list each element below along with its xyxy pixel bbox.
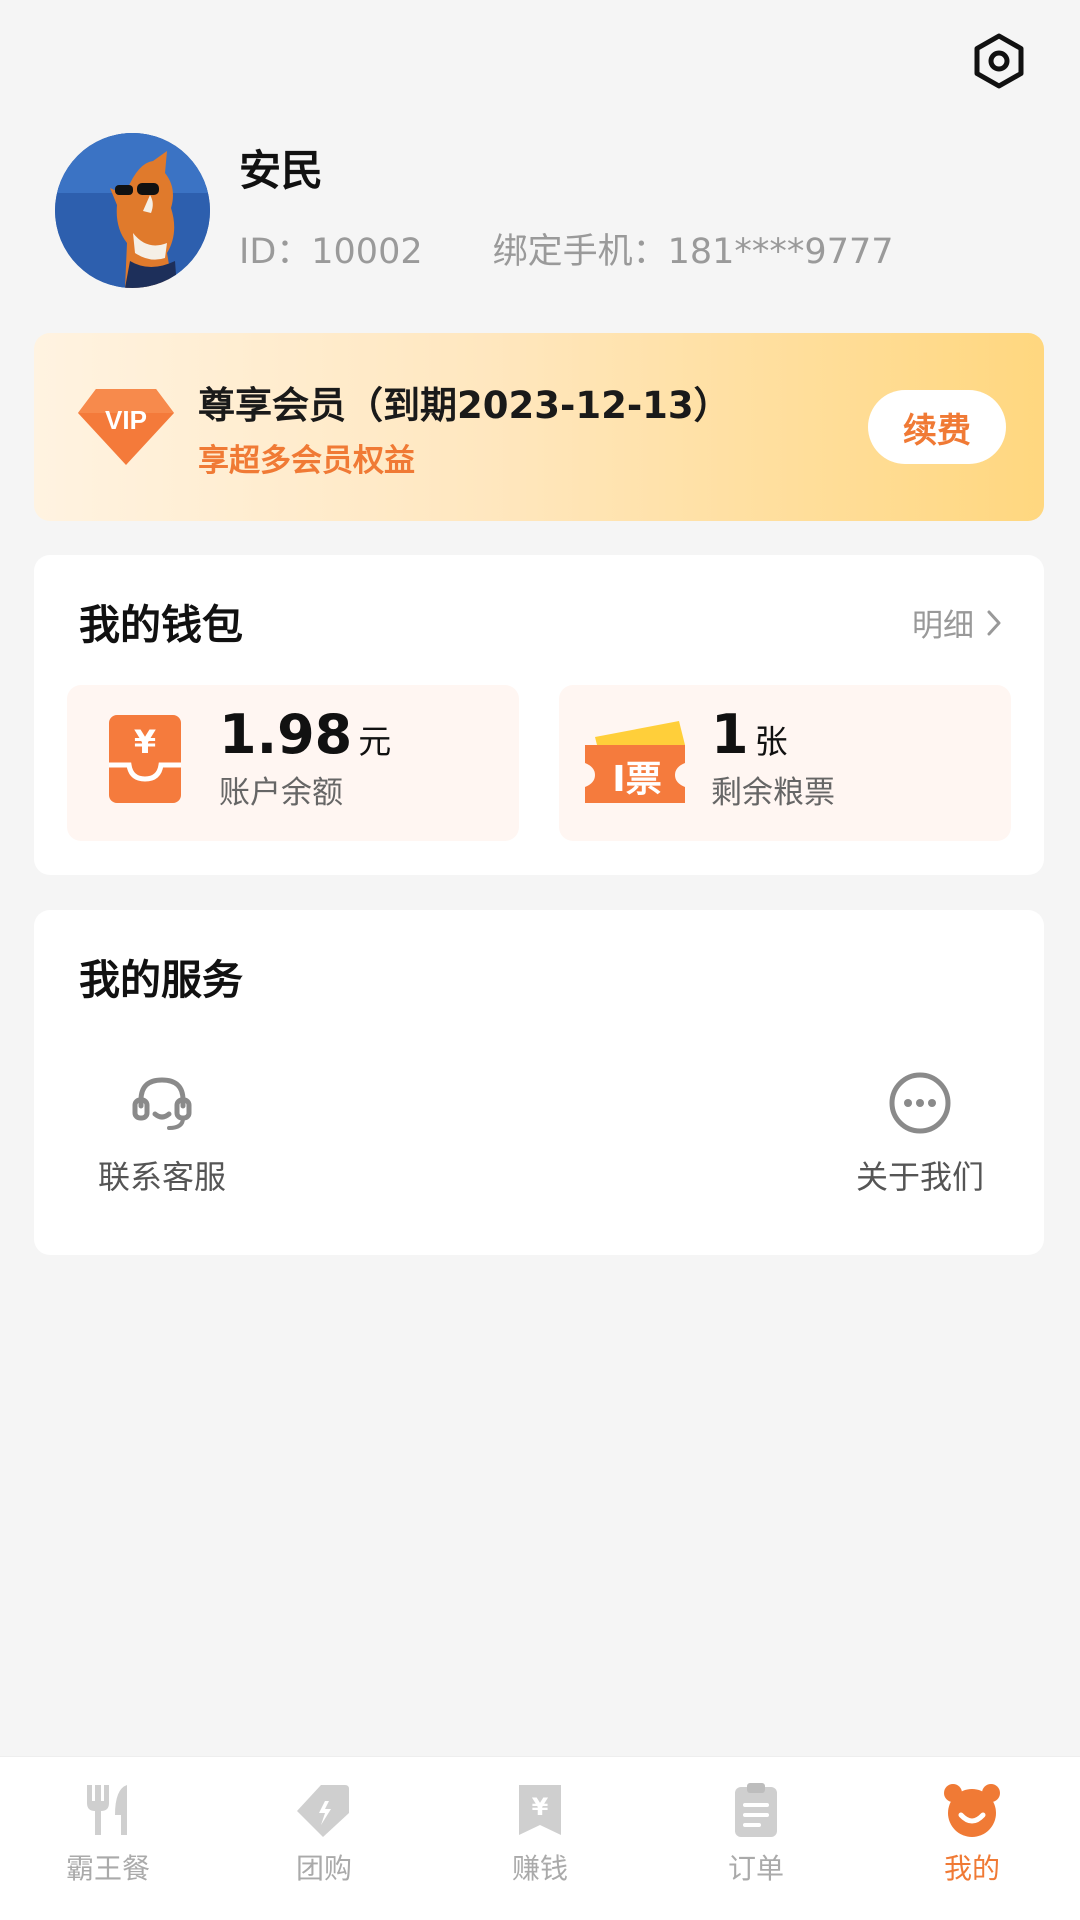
ticket-icon-text: I票 [612, 759, 661, 800]
services-title: 我的服务 [79, 956, 243, 1004]
fork-knife-icon [87, 1785, 127, 1835]
tab-orders[interactable]: 订单 [686, 1781, 826, 1887]
service-label: 关于我们 [855, 1158, 984, 1196]
avatar[interactable] [55, 133, 210, 288]
ticket-unit: 张 [754, 722, 788, 761]
service-about-us[interactable]: 关于我们 [840, 1070, 1000, 1198]
clipboard-icon [735, 1783, 777, 1837]
tab-earn[interactable]: ¥ 赚钱 [470, 1781, 610, 1887]
coupon-tag-icon [297, 1785, 349, 1837]
bottom-tab-bar: 霸王餐 团购 ¥ 赚钱 订单 我的 [0, 1756, 1080, 1920]
tab-label: 我的 [943, 1852, 1000, 1885]
balance-value-row: 1.98 元 [219, 703, 391, 766]
yuan-bookmark-icon: ¥ [519, 1785, 561, 1835]
balance-value: 1.98 [219, 703, 353, 766]
tab-label: 霸王餐 [65, 1852, 150, 1885]
settings-icon [974, 33, 1024, 89]
ticket-label: 剩余粮票 [711, 775, 835, 811]
vip-title: 尊享会员（到期2023-12-13） [198, 384, 731, 427]
detail-label: 明细 [912, 608, 974, 644]
chevron-right-icon [987, 610, 1001, 635]
user-name: 安民 [239, 146, 324, 195]
wallet-detail-link[interactable]: 明细 [912, 600, 1002, 645]
ticket-item[interactable]: I票 1 张 剩余粮票 [559, 685, 1011, 841]
tab-free-meal[interactable]: 霸王餐 [38, 1781, 178, 1887]
yuan-wallet-icon: ¥ [109, 715, 181, 803]
tab-group-buy[interactable]: 团购 [254, 1781, 394, 1887]
services-card: 我的服务 联系客服 关于我们 [34, 910, 1044, 1255]
wallet-card: 我的钱包 明细 ¥ 1.98 元 账户余额 I票 1 张 剩余粮票 [34, 555, 1044, 875]
headset-icon [132, 1077, 192, 1130]
wallet-title: 我的钱包 [79, 601, 243, 649]
balance-label: 账户余额 [219, 775, 343, 811]
tab-label: 赚钱 [511, 1852, 568, 1885]
profile-header: 安民 ID：10002 绑定手机：181****9777 [55, 133, 1025, 293]
ticket-icon: I票 [585, 721, 685, 803]
balance-item[interactable]: ¥ 1.98 元 账户余额 [67, 685, 519, 841]
balance-unit: 元 [358, 722, 392, 761]
vip-diamond-icon: VIP [78, 389, 174, 465]
tab-mine[interactable]: 我的 [902, 1781, 1042, 1887]
service-contact-support[interactable]: 联系客服 [82, 1070, 242, 1198]
svg-text:¥: ¥ [532, 1793, 549, 1821]
more-circle-icon [889, 1072, 951, 1134]
settings-button[interactable] [966, 28, 1032, 94]
vip-badge-text: VIP [105, 405, 147, 435]
bear-face-icon [944, 1784, 1000, 1837]
tab-label: 团购 [295, 1852, 352, 1885]
svg-text:¥: ¥ [134, 723, 156, 761]
vip-membership-card[interactable]: VIP 尊享会员（到期2023-12-13） 享超多会员权益 续费 [34, 333, 1044, 521]
dog-avatar-icon [55, 133, 210, 288]
user-id: ID：10002 [239, 232, 423, 272]
tab-label: 订单 [727, 1852, 784, 1885]
ticket-value-row: 1 张 [711, 703, 788, 766]
renew-button[interactable]: 续费 [868, 390, 1006, 464]
service-label: 联系客服 [97, 1158, 226, 1196]
user-meta: ID：10002 绑定手机：181****9777 [239, 223, 894, 274]
bound-phone: 绑定手机：181****9777 [492, 232, 894, 272]
ticket-value: 1 [711, 703, 749, 766]
vip-subtitle: 享超多会员权益 [198, 443, 415, 479]
profile-page: 安民 ID：10002 绑定手机：181****9777 VIP 尊享会员（到期2… [0, 0, 1080, 1920]
